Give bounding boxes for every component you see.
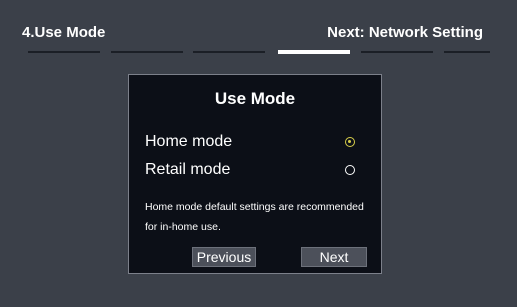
next-step-label: Next: Network Setting — [327, 24, 483, 41]
description-line-1: Home mode default settings are recommend… — [145, 201, 364, 213]
progress-segment-3 — [193, 51, 265, 53]
next-button[interactable]: Next — [301, 247, 367, 267]
use-mode-dialog: Use Mode Home mode Retail mode Home mode… — [128, 74, 382, 274]
radio-unselected-icon[interactable] — [345, 165, 355, 175]
option-home-mode[interactable]: Home mode — [145, 131, 367, 153]
progress-segment-4-active — [278, 50, 350, 54]
mode-description: Home mode default settings are recommend… — [145, 197, 375, 237]
radio-selected-icon[interactable] — [345, 137, 355, 147]
progress-segment-2 — [111, 51, 183, 53]
progress-segment-5 — [361, 51, 433, 53]
progress-bar — [28, 50, 490, 54]
previous-button[interactable]: Previous — [192, 247, 256, 267]
dialog-title: Use Mode — [214, 89, 296, 108]
step-title: 4.Use Mode — [22, 24, 106, 41]
setup-wizard-screen: 4.Use Mode Next: Network Setting Use Mod… — [0, 0, 517, 307]
option-label: Home mode — [145, 133, 233, 150]
description-line-2: for in-home use. — [145, 221, 221, 233]
progress-segment-6 — [444, 51, 490, 53]
option-retail-mode[interactable]: Retail mode — [145, 159, 367, 181]
option-label: Retail mode — [145, 161, 231, 178]
progress-segment-1 — [28, 51, 100, 53]
